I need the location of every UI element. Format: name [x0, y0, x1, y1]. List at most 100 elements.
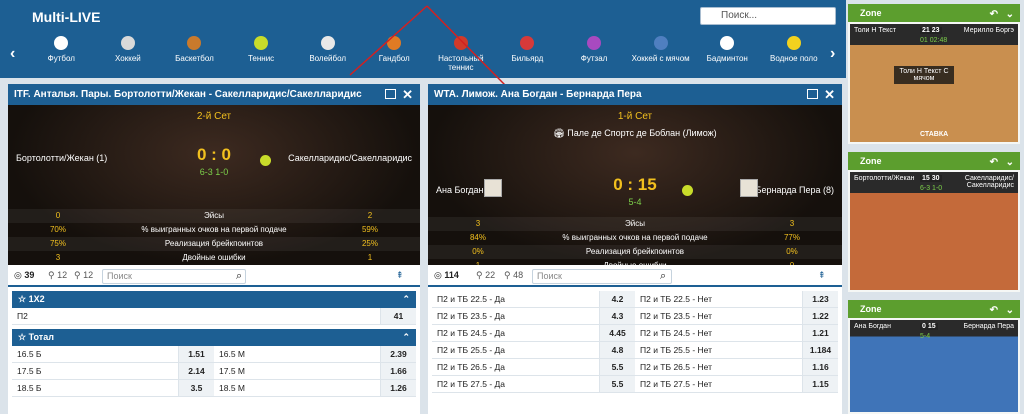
- odds-value[interactable]: 5.5: [599, 376, 635, 392]
- collapse-icon[interactable]: ⌄: [1006, 302, 1014, 320]
- odds-cell[interactable]: П2 и ТБ 23.5 - Нет 1.22: [635, 308, 838, 324]
- maximize-icon[interactable]: [807, 89, 818, 99]
- odds-value[interactable]: 2.14: [178, 363, 214, 379]
- next-arrow-icon[interactable]: ›: [830, 45, 835, 63]
- odds-value[interactable]: 4.8: [599, 342, 635, 358]
- prev-arrow-icon[interactable]: ‹: [10, 45, 15, 63]
- odds-cell[interactable]: П2 и ТБ 25.5 - Нет 1.184: [635, 342, 838, 358]
- team-away: Бернарда Пера: [963, 323, 1014, 330]
- close-icon[interactable]: ✕: [824, 84, 835, 105]
- maximize-icon[interactable]: [385, 89, 396, 99]
- market-name: П2 и ТБ 27.5 - Да: [437, 379, 506, 389]
- search-icon[interactable]: ⌕: [660, 270, 666, 283]
- stat-l: 3: [475, 219, 481, 228]
- odds-cell[interactable]: 17.5 М 1.66: [214, 363, 416, 379]
- sport-item[interactable]: Баскетбол: [161, 30, 228, 76]
- filter-tab-b[interactable]: ⚲ 48: [504, 270, 523, 281]
- odds-cell[interactable]: 18.5 М 1.26: [214, 380, 416, 396]
- odds-value[interactable]: 4.45: [599, 325, 635, 341]
- sport-item[interactable]: Хоккей с мячом: [627, 30, 694, 76]
- set-label: 1-й Сет: [617, 111, 653, 122]
- odds-value[interactable]: 2.39: [380, 346, 416, 362]
- market-search-input[interactable]: Поиск: [102, 269, 246, 284]
- odds-value[interactable]: 1.15: [802, 376, 838, 392]
- market-search-input[interactable]: Поиск: [532, 269, 672, 284]
- search-input[interactable]: Поиск...: [700, 7, 836, 25]
- odds-value[interactable]: 1.22: [802, 308, 838, 324]
- filter-tab-a[interactable]: ⚲ 22: [476, 270, 495, 281]
- sport-item[interactable]: Теннис: [228, 30, 295, 76]
- market-name: П2 и ТБ 22.5 - Да: [437, 294, 506, 304]
- sport-item[interactable]: Футзал: [561, 30, 628, 76]
- all-markets-tab[interactable]: ◎ 39: [14, 270, 34, 281]
- section-header-1x2[interactable]: ☆ 1X2 ⌃: [12, 291, 416, 308]
- odds-cell[interactable]: П2 и ТБ 22.5 - Нет 1.23: [635, 291, 838, 307]
- odds-value[interactable]: 3.5: [178, 380, 214, 396]
- refresh-icon[interactable]: ↶: [990, 302, 998, 320]
- collapse-icon[interactable]: ⇞: [818, 270, 826, 281]
- odds-value[interactable]: 5.5: [599, 359, 635, 375]
- stat-l: 3: [55, 253, 61, 262]
- zone-badge: Толи Н Текст С мячом: [894, 66, 954, 84]
- odds-cell[interactable]: 17.5 Б 2.14: [12, 363, 214, 379]
- odds-value[interactable]: 1.51: [178, 346, 214, 362]
- odds-value[interactable]: 1.23: [802, 291, 838, 307]
- odds-cell[interactable]: 16.5 М 2.39: [214, 346, 416, 362]
- odds-value[interactable]: 1.184: [802, 342, 838, 358]
- collapse-icon[interactable]: ⌄: [1006, 6, 1014, 24]
- odds-value[interactable]: 1.26: [380, 380, 416, 396]
- odds-row[interactable]: П2 41: [12, 308, 416, 325]
- sport-icon: [54, 36, 69, 50]
- page-title: Multi-LIVE: [32, 9, 101, 25]
- sport-icon: [187, 36, 202, 50]
- market-name: 17.5 Б: [17, 366, 42, 376]
- odds-row: П2 и ТБ 23.5 - Да 4.3 П2 и ТБ 23.5 - Нет 1.…: [432, 308, 838, 325]
- zone-widget: Zone ↶ ⌄ Ана Богдан Бернарда Пера 0 15 5-4: [848, 300, 1020, 414]
- sport-item[interactable]: Бадминтон: [694, 30, 761, 76]
- collapse-icon[interactable]: ⌄: [1006, 154, 1014, 172]
- collapse-icon[interactable]: ⇞: [396, 270, 404, 281]
- close-icon[interactable]: ✕: [402, 84, 413, 105]
- zone-subscore: 5-4: [920, 333, 931, 340]
- sport-icon: [320, 36, 335, 50]
- section-header-total[interactable]: ☆ Тотал ⌃: [12, 329, 416, 346]
- odds-cell[interactable]: П2 и ТБ 27.5 - Нет 1.15: [635, 376, 838, 392]
- odds-cell[interactable]: 18.5 Б 3.5: [12, 380, 214, 396]
- odds-cell[interactable]: 16.5 Б 1.51: [12, 346, 214, 362]
- odds-cell[interactable]: П2 и ТБ 24.5 - Нет 1.21: [635, 325, 838, 341]
- odds-value[interactable]: 1.66: [380, 363, 416, 379]
- sport-item[interactable]: Водное поло: [761, 30, 828, 76]
- odds-cell[interactable]: П2 и ТБ 24.5 - Да 4.45: [432, 325, 635, 341]
- filter-tab-a[interactable]: ⚲ 12: [48, 270, 67, 281]
- bet-label[interactable]: СТАВКА: [920, 131, 948, 138]
- panel-header: WTA. Лимож. Ана Богдан - Бернарда Пера ✕: [428, 84, 842, 105]
- zone-score: 21 23: [920, 27, 942, 34]
- odds-cell[interactable]: П2 и ТБ 22.5 - Да 4.2: [432, 291, 635, 307]
- odds-cell[interactable]: П2 и ТБ 27.5 - Да 5.5: [432, 376, 635, 392]
- sport-label: Хоккей: [115, 54, 141, 63]
- odds-cell[interactable]: П2 и ТБ 26.5 - Да 5.5: [432, 359, 635, 375]
- odds-cell[interactable]: П2 и ТБ 23.5 - Да 4.3: [432, 308, 635, 324]
- odds-cell[interactable]: П2 и ТБ 26.5 - Нет 1.16: [635, 359, 838, 375]
- refresh-icon[interactable]: ↶: [990, 6, 998, 24]
- search-icon[interactable]: ⌕: [236, 270, 242, 283]
- odds-cell[interactable]: П2 и ТБ 25.5 - Да 4.8: [432, 342, 635, 358]
- zone-header: Zone ↶ ⌄: [848, 300, 1020, 318]
- sport-item[interactable]: Хоккей: [95, 30, 162, 76]
- market-name: П2 и ТБ 27.5 - Нет: [640, 379, 713, 389]
- refresh-icon[interactable]: ↶: [990, 154, 998, 172]
- filter-tab-b[interactable]: ⚲ 12: [74, 270, 93, 281]
- all-markets-tab[interactable]: ◎ 114: [434, 270, 459, 281]
- stat-c: Реализация брейкпоинтов: [585, 247, 685, 256]
- score: 0 : 0: [196, 145, 232, 164]
- stat-r: 2: [367, 211, 373, 220]
- team-home: Бортолотти/Жекан: [854, 175, 915, 182]
- odds-value[interactable]: 1.16: [802, 359, 838, 375]
- stat-l: 75%: [49, 239, 66, 248]
- sport-item[interactable]: Футбол: [28, 30, 95, 76]
- odds-value[interactable]: 1.21: [802, 325, 838, 341]
- odds-value[interactable]: 4.2: [599, 291, 635, 307]
- sport-label: Футзал: [580, 54, 608, 63]
- odds-value[interactable]: 4.3: [599, 308, 635, 324]
- market-name: 18.5 М: [219, 383, 245, 393]
